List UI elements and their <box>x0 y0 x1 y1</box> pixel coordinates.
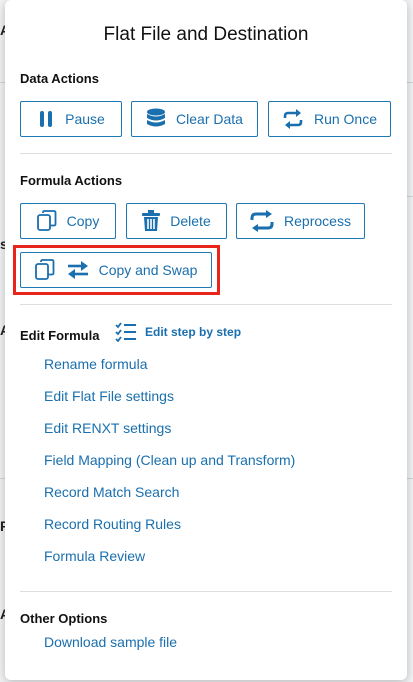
copy-button[interactable]: Copy <box>20 203 116 239</box>
formula-actions-heading: Formula Actions <box>20 173 123 188</box>
edit-flat-file-settings-link[interactable]: Edit Flat File settings <box>44 388 174 404</box>
background-divider <box>406 82 413 83</box>
run-once-label: Run Once <box>313 111 378 127</box>
formula-actions-popup: Flat File and Destination Data Actions P… <box>5 0 407 680</box>
copy-label: Copy <box>66 213 100 229</box>
record-routing-rules-link[interactable]: Record Routing Rules <box>44 516 181 532</box>
rename-formula-link[interactable]: Rename formula <box>44 356 148 372</box>
edit-step-by-step-label: Edit step by step <box>145 325 242 339</box>
popup-title: Flat File and Destination <box>103 24 309 45</box>
reprocess-icon <box>250 210 274 232</box>
delete-label: Delete <box>170 213 211 229</box>
background-divider <box>406 196 413 197</box>
section-divider <box>20 153 392 154</box>
pause-button[interactable]: Pause <box>20 101 122 137</box>
trash-icon <box>142 210 161 231</box>
edit-formula-heading: Edit Formula <box>20 328 100 343</box>
background-divider <box>406 478 413 479</box>
pause-icon <box>40 111 53 127</box>
formula-review-link[interactable]: Formula Review <box>44 548 145 564</box>
download-sample-file-link[interactable]: Download sample file <box>44 634 177 650</box>
other-options-heading: Other Options <box>20 611 108 626</box>
record-match-search-link[interactable]: Record Match Search <box>44 484 179 500</box>
clear-data-label: Clear Data <box>176 111 243 127</box>
edit-renxt-settings-link[interactable]: Edit RENXT settings <box>44 420 171 436</box>
repeat-icon <box>283 109 303 129</box>
copy-icon <box>36 210 57 231</box>
pause-label: Pause <box>65 111 105 127</box>
delete-button[interactable]: Delete <box>126 203 227 239</box>
reprocess-button[interactable]: Reprocess <box>236 203 365 239</box>
field-mapping-link[interactable]: Field Mapping (Clean up and Transform) <box>44 452 295 468</box>
database-icon <box>147 108 166 127</box>
highlight-box <box>13 245 220 295</box>
checklist-icon <box>115 322 136 342</box>
data-actions-heading: Data Actions <box>20 71 99 86</box>
section-divider <box>20 304 392 305</box>
reprocess-label: Reprocess <box>284 213 351 229</box>
section-divider <box>20 591 392 592</box>
run-once-button[interactable]: Run Once <box>268 101 391 137</box>
edit-step-by-step-link[interactable]: Edit step by step <box>115 322 241 342</box>
clear-data-button[interactable]: Clear Data <box>131 101 258 137</box>
